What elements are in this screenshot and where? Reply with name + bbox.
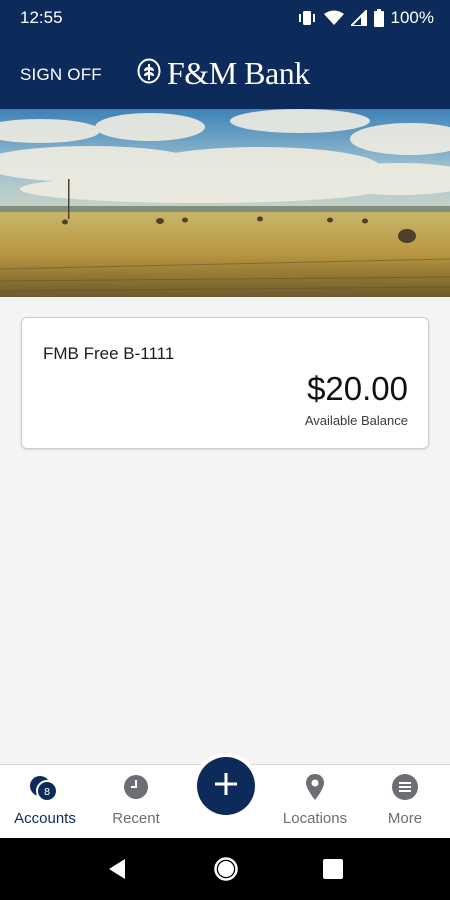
wifi-icon [323, 10, 344, 26]
brand-name: F&M Bank [167, 55, 310, 91]
nav-accounts[interactable]: 8 Accounts [0, 765, 90, 839]
home-icon[interactable] [213, 856, 239, 887]
nav-recent-label: Recent [112, 810, 160, 827]
system-nav-bar [0, 838, 450, 900]
hero-landscape-image [0, 109, 450, 297]
account-balance: $20.00 [307, 370, 408, 407]
battery-icon [373, 9, 384, 27]
add-button[interactable] [197, 757, 255, 815]
status-time: 12:55 [20, 8, 63, 27]
overview-icon[interactable] [323, 859, 343, 884]
balance-label: Available Balance [304, 413, 408, 428]
clock-icon [122, 773, 150, 806]
back-icon[interactable] [107, 857, 127, 886]
accounts-badge: 8 [44, 787, 50, 798]
cell-signal-icon [350, 10, 367, 26]
nav-more[interactable]: More [360, 765, 450, 839]
account-name: FMB Free B-1111 [43, 344, 175, 363]
location-pin-icon [304, 773, 326, 806]
brand-logo: F&M Bank [137, 53, 310, 93]
status-icons: 100% [297, 8, 434, 28]
plus-icon [213, 771, 239, 802]
wheat-seal-icon [137, 58, 161, 89]
nav-locations[interactable]: Locations [270, 765, 360, 839]
sign-off-button[interactable]: SIGN OFF [20, 65, 102, 85]
app-header: SIGN OFF F&M Bank [0, 36, 450, 109]
vibrate-icon [297, 10, 317, 26]
menu-icon [391, 773, 419, 806]
nav-recent[interactable]: Recent [91, 765, 181, 839]
battery-percent: 100% [390, 8, 434, 27]
accounts-icon: 8 [29, 773, 61, 808]
status-bar: 12:55 100% [0, 0, 450, 36]
account-card[interactable]: FMB Free B-1111 $20.00 Available Balance [21, 317, 429, 449]
nav-more-label: More [387, 810, 423, 827]
nav-accounts-label: Accounts [14, 810, 76, 827]
nav-locations-label: Locations [282, 810, 348, 827]
